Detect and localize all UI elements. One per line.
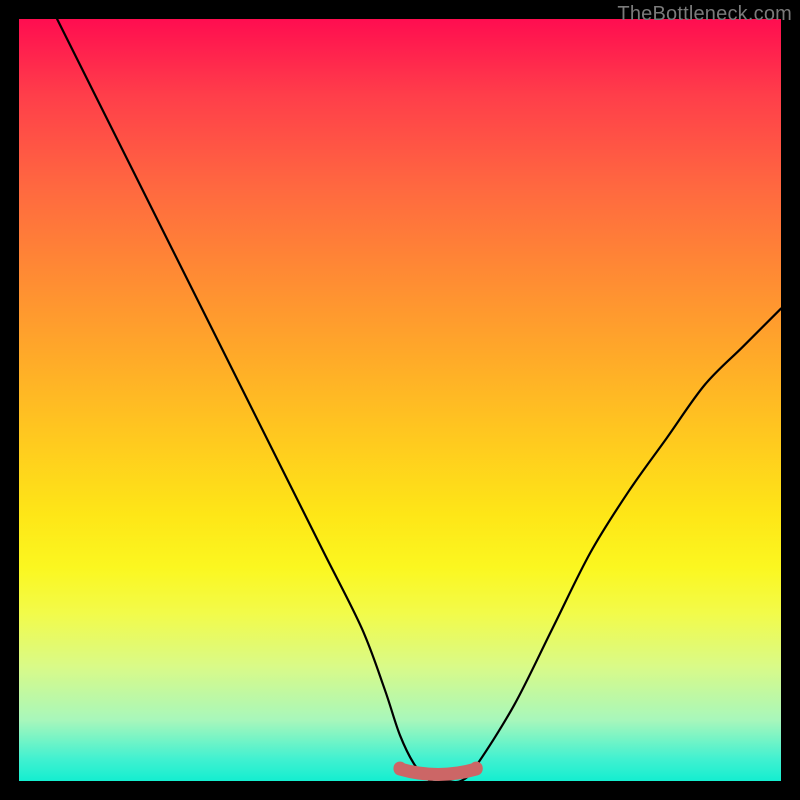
optimal-band-left-dot — [394, 762, 407, 775]
watermark-text: TheBottleneck.com — [617, 3, 792, 26]
bottleneck-curve-path — [57, 19, 781, 782]
optimal-band-path — [400, 769, 476, 775]
plot-area — [19, 19, 781, 781]
curve-svg — [19, 19, 781, 781]
optimal-band-right-dot — [470, 762, 483, 775]
chart-container: TheBottleneck.com — [0, 0, 800, 800]
